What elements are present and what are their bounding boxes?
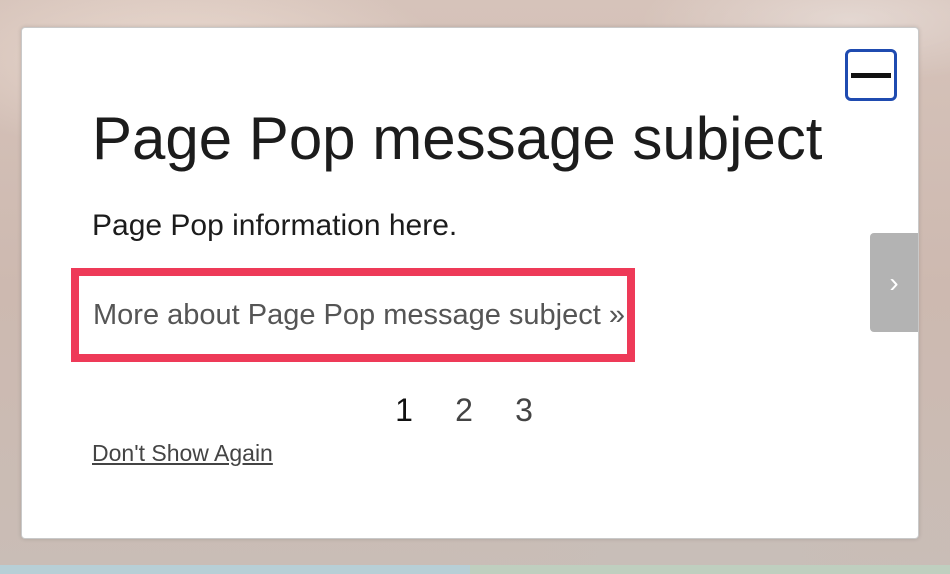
pagination: 1 2 3 [392, 392, 536, 429]
more-about-link[interactable]: More about Page Pop message subject » [71, 268, 635, 362]
chevron-right-icon: › [889, 266, 899, 298]
next-popup-button[interactable]: › [870, 233, 918, 332]
popup-title: Page Pop message subject [92, 105, 823, 172]
page-2-link[interactable]: 2 [452, 392, 476, 429]
close-button[interactable] [845, 49, 897, 101]
page-footer-strip-right [470, 565, 950, 574]
page-3-link[interactable]: 3 [512, 392, 536, 429]
page-footer-strip [0, 565, 470, 574]
dont-show-again-link[interactable]: Don't Show Again [92, 440, 273, 467]
popup-info-text: Page Pop information here. [92, 209, 458, 242]
page-pop-dialog: Page Pop message subject Page Pop inform… [21, 27, 919, 539]
close-icon [851, 73, 891, 78]
page-1-link[interactable]: 1 [392, 392, 416, 429]
